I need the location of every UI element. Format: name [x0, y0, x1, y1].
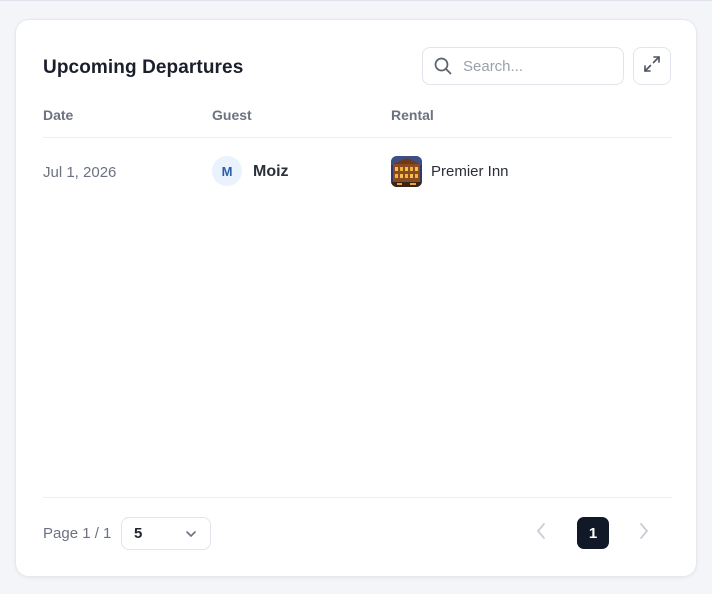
- page-size-select[interactable]: 5: [121, 517, 211, 550]
- search-box[interactable]: [422, 47, 624, 85]
- avatar-initial: M: [221, 163, 233, 179]
- card-title: Upcoming Departures: [43, 57, 244, 78]
- column-header-guest: Guest: [212, 107, 252, 123]
- avatar: M: [212, 156, 242, 186]
- page-size-value: 5: [134, 525, 143, 542]
- guest-name: Moiz: [253, 163, 289, 180]
- page-indicator: Page 1 / 1: [43, 525, 112, 542]
- column-header-date: Date: [43, 107, 74, 123]
- search-input[interactable]: [463, 48, 613, 84]
- search-icon: [434, 57, 452, 75]
- header-divider: [43, 137, 672, 138]
- chevron-right-icon: [637, 522, 651, 545]
- next-page-button[interactable]: [631, 517, 657, 549]
- page-1-button[interactable]: 1: [577, 517, 609, 549]
- expand-button[interactable]: [633, 47, 671, 85]
- table-row[interactable]: Jul 1, 2026 M Moiz Premier Inn: [16, 156, 698, 188]
- column-header-rental: Rental: [391, 107, 434, 123]
- rental-thumbnail: [391, 156, 422, 187]
- upcoming-departures-card: Upcoming Departures Date Guest Rental Ju…: [15, 19, 697, 577]
- chevron-left-icon: [534, 522, 548, 545]
- departure-date: Jul 1, 2026: [43, 164, 117, 181]
- chevron-down-icon: [184, 527, 198, 541]
- previous-page-button[interactable]: [528, 517, 554, 549]
- expand-icon: [643, 55, 661, 78]
- rental-name[interactable]: Premier Inn: [431, 163, 509, 180]
- top-border: [0, 0, 712, 1]
- footer-divider: [43, 497, 672, 498]
